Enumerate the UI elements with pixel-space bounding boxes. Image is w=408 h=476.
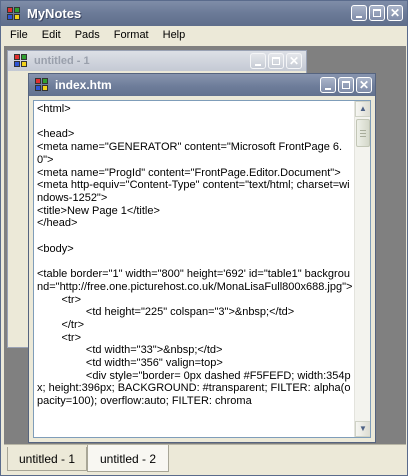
menu-file[interactable]: File bbox=[3, 26, 35, 45]
arrow-down-icon: ▼ bbox=[359, 424, 367, 433]
active-child-title-bar[interactable]: index.htm ✕ bbox=[29, 74, 375, 96]
child-minimize-button[interactable] bbox=[250, 53, 266, 69]
tab-untitled-2[interactable]: untitled - 2 bbox=[87, 445, 169, 472]
scroll-thumb[interactable] bbox=[356, 119, 370, 147]
vertical-scrollbar[interactable]: ▲ ▼ bbox=[354, 101, 370, 437]
menu-pads[interactable]: Pads bbox=[68, 26, 107, 45]
active-child-app-icon[interactable] bbox=[35, 78, 49, 92]
editor-content[interactable]: <html> <head> <meta name="GENERATOR" con… bbox=[37, 103, 353, 408]
text-editor[interactable]: <html> <head> <meta name="GENERATOR" con… bbox=[33, 100, 371, 438]
tab-untitled-1[interactable]: untitled - 1 bbox=[7, 447, 87, 471]
maximize-icon bbox=[342, 81, 350, 89]
close-icon: ✕ bbox=[358, 78, 370, 92]
child-maximize-button[interactable] bbox=[268, 53, 284, 69]
active-child-maximize-button[interactable] bbox=[338, 77, 354, 93]
active-child-close-button[interactable]: ✕ bbox=[356, 77, 372, 93]
child-title-bar[interactable]: untitled - 1 ✕ bbox=[8, 51, 306, 71]
maximize-icon bbox=[272, 57, 280, 65]
child-app-icon[interactable] bbox=[14, 54, 28, 68]
child-window-controls: ✕ bbox=[250, 53, 302, 69]
title-bar[interactable]: MyNotes ✕ bbox=[1, 1, 407, 26]
close-icon: ✕ bbox=[389, 6, 401, 20]
child-window-index[interactable]: index.htm ✕ <html> <head> <meta name="GE… bbox=[28, 73, 376, 443]
window-controls: ✕ bbox=[351, 5, 403, 21]
minimize-icon bbox=[255, 64, 261, 66]
scroll-down-button[interactable]: ▼ bbox=[355, 421, 370, 437]
maximize-button[interactable] bbox=[369, 5, 385, 21]
minimize-icon bbox=[356, 16, 362, 18]
main-window: MyNotes ✕ File Edit Pads Format Help unt… bbox=[0, 0, 408, 476]
scroll-up-button[interactable]: ▲ bbox=[355, 101, 370, 117]
window-title: MyNotes bbox=[27, 6, 82, 21]
menu-bar: File Edit Pads Format Help bbox=[1, 26, 407, 45]
menu-edit[interactable]: Edit bbox=[35, 26, 68, 45]
close-button[interactable]: ✕ bbox=[387, 5, 403, 21]
active-child-minimize-button[interactable] bbox=[320, 77, 336, 93]
app-icon[interactable] bbox=[7, 6, 21, 21]
child-close-button[interactable]: ✕ bbox=[286, 53, 302, 69]
active-child-title: index.htm bbox=[55, 78, 112, 92]
mdi-client-area: untitled - 1 ✕ index.htm ✕ <html> <head>… bbox=[4, 46, 406, 444]
maximize-icon bbox=[373, 9, 381, 17]
document-tab-strip: untitled - 1 untitled - 2 bbox=[4, 444, 406, 474]
active-child-window-controls: ✕ bbox=[320, 77, 372, 93]
close-icon: ✕ bbox=[288, 54, 300, 68]
menu-help[interactable]: Help bbox=[156, 26, 193, 45]
menu-format[interactable]: Format bbox=[107, 26, 156, 45]
minimize-button[interactable] bbox=[351, 5, 367, 21]
child-window-title: untitled - 1 bbox=[34, 55, 90, 67]
arrow-up-icon: ▲ bbox=[359, 104, 367, 113]
minimize-icon bbox=[325, 88, 331, 90]
